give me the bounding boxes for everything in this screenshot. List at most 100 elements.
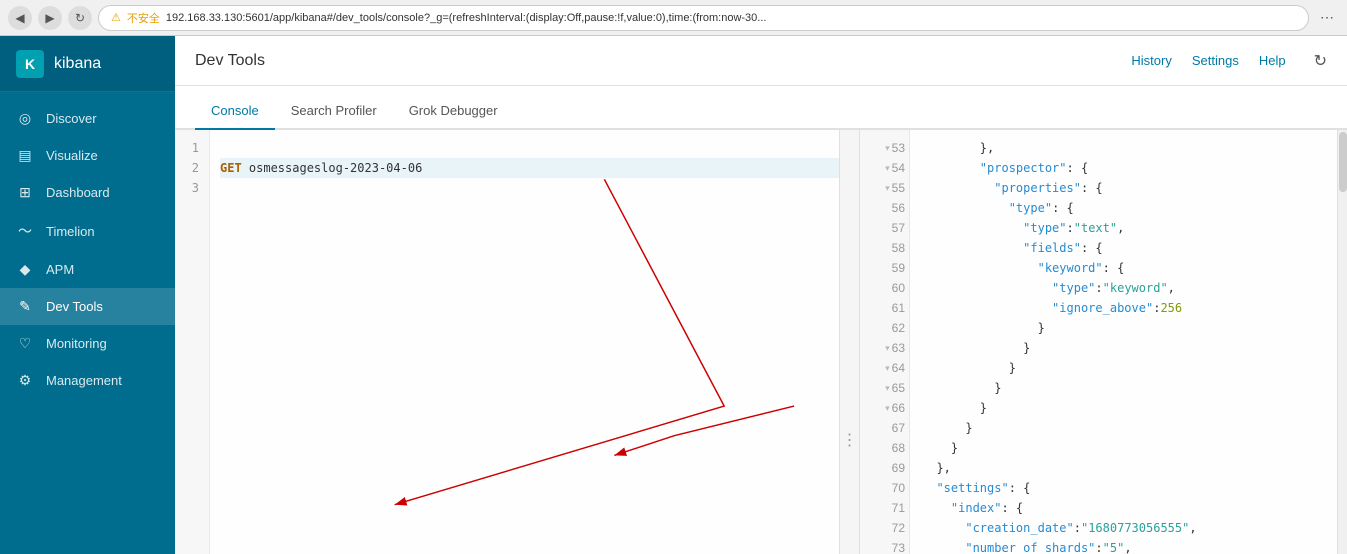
tab-search-profiler-label: Search Profiler [291,103,377,118]
sidebar-item-label: Visualize [46,148,98,163]
devtools-icon: ✎ [16,298,34,315]
security-icon: ⚠ [111,11,121,24]
security-label: 不安全 [127,10,160,26]
out-ln-70: 70 [860,478,909,498]
output-line-67: } [922,418,1337,438]
url-text[interactable]: 192.168.33.130:5601/app/kibana#/dev_tool… [166,12,767,24]
sidebar-item-visualize[interactable]: ▤ Visualize [0,137,175,174]
output-line-64: } [922,358,1337,378]
line-numbers: 1 2 3 [175,130,210,554]
discover-icon: ◎ [16,110,34,127]
output-content[interactable]: }, "prospector": { "properties": { [910,130,1337,554]
out-ln-61: 61 [860,298,909,318]
out-ln-65: ▾65 [860,378,909,398]
devtools-page-title: Dev Tools [195,52,265,70]
editor-container: 1 2 3 GET osmessageslog-2023-04-06 [175,130,1347,554]
output-line-65: } [922,378,1337,398]
out-ln-69: 69 [860,458,909,478]
index-name: osmessageslog-2023-04-06 [242,158,423,178]
line-num-2: 2 [179,158,205,178]
out-ln-57: 57 [860,218,909,238]
refresh-icon: ↻ [1314,51,1327,71]
line-expand-icon: ▾ [885,138,890,158]
sidebar-item-discover[interactable]: ◎ Discover [0,100,175,137]
out-ln-60: 60 [860,278,909,298]
code-editor[interactable]: 1 2 3 GET osmessageslog-2023-04-06 [175,130,839,554]
out-ln-55: ▾55 [860,178,909,198]
output-line-68: } [922,438,1337,458]
settings-button[interactable]: Settings [1192,51,1239,71]
code-line-3 [220,178,839,198]
output-line-58: "fields": { [922,238,1337,258]
out-ln-53: ▾53 [860,138,909,158]
line-num-1: 1 [179,138,205,158]
management-icon: ⚙ [16,372,34,389]
back-button[interactable]: ◀ [8,6,32,30]
timelion-icon: 〜 [16,221,34,241]
sidebar-item-timelion[interactable]: 〜 Timelion [0,211,175,251]
output-line-56: "type": { [922,198,1337,218]
sidebar-nav: ◎ Discover ▤ Visualize ⊞ Dashboard 〜 Tim… [0,92,175,407]
output-line-numbers: ▾53 ▾54 ▾55 56 57 58 59 60 61 62 ▾63 ▾64… [860,130,910,554]
sidebar-item-dashboard[interactable]: ⊞ Dashboard [0,174,175,211]
browser-more-button[interactable]: ⋯ [1315,6,1339,30]
out-ln-68: 68 [860,438,909,458]
tab-console-label: Console [211,103,259,118]
sidebar-item-label: Discover [46,111,97,126]
devtools-header: Dev Tools History Settings Help ↻ [175,36,1347,86]
tab-grok-debugger-label: Grok Debugger [409,103,498,118]
tab-console[interactable]: Console [195,93,275,130]
out-ln-71: 71 [860,498,909,518]
sidebar-item-monitoring[interactable]: ♡ Monitoring [0,325,175,362]
sidebar-item-management[interactable]: ⚙ Management [0,362,175,399]
help-button[interactable]: Help [1259,51,1286,71]
out-ln-66: ▾66 [860,398,909,418]
tab-grok-debugger[interactable]: Grok Debugger [393,93,514,130]
output-line-66: } [922,398,1337,418]
kibana-logo: K [16,50,44,78]
browser-bar: ◀ ▶ ↻ ⚠ 不安全 192.168.33.130:5601/app/kiba… [0,0,1347,36]
output-line-63: } [922,338,1337,358]
output-line-59: "keyword": { [922,258,1337,278]
out-ln-63: ▾63 [860,338,909,358]
editor-panel: 1 2 3 GET osmessageslog-2023-04-06 [175,130,840,554]
sidebar-item-devtools[interactable]: ✎ Dev Tools [0,288,175,325]
output-line-53: }, [922,138,1337,158]
out-ln-56: 56 [860,198,909,218]
out-ln-72: 72 [860,518,909,538]
tabs-bar: Console Search Profiler Grok Debugger [175,86,1347,130]
monitoring-icon: ♡ [16,335,34,352]
code-content[interactable]: GET osmessageslog-2023-04-06 [210,130,839,554]
sidebar-item-apm[interactable]: ◆ APM [0,251,175,288]
output-panel: ▾53 ▾54 ▾55 56 57 58 59 60 61 62 ▾63 ▾64… [860,130,1347,554]
out-ln-62: 62 [860,318,909,338]
sidebar-item-label: Monitoring [46,336,107,351]
scrollbar-thumb[interactable] [1339,132,1347,192]
app-container: K kibana ◎ Discover ▤ Visualize ⊞ Dashbo… [0,36,1347,554]
output-line-61: "ignore_above": 256 [922,298,1337,318]
refresh-button[interactable]: ↻ [68,6,92,30]
visualize-icon: ▤ [16,147,34,164]
gutter-dots: ⋮ [842,430,858,450]
forward-button[interactable]: ▶ [38,6,62,30]
browser-actions: ⋯ [1315,6,1339,30]
scrollbar[interactable] [1337,130,1347,554]
sidebar-title: kibana [54,55,101,73]
out-ln-59: 59 [860,258,909,278]
output-line-54: "prospector": { [922,158,1337,178]
sidebar-item-label: Dev Tools [46,299,103,314]
panel-gutter: ⋮ [840,130,860,554]
out-ln-58: 58 [860,238,909,258]
out-ln-54: ▾54 [860,158,909,178]
header-actions: History Settings Help ↻ [1131,51,1327,71]
history-button[interactable]: History [1131,51,1171,71]
output-line-62: } [922,318,1337,338]
sidebar-item-label: Timelion [46,224,95,239]
sidebar-item-label: APM [46,262,74,277]
sidebar-item-label: Dashboard [46,185,110,200]
out-ln-64: ▾64 [860,358,909,378]
out-ln-67: 67 [860,418,909,438]
output-line-57: "type": "text", [922,218,1337,238]
out-ln-73: 73 [860,538,909,554]
tab-search-profiler[interactable]: Search Profiler [275,93,393,130]
